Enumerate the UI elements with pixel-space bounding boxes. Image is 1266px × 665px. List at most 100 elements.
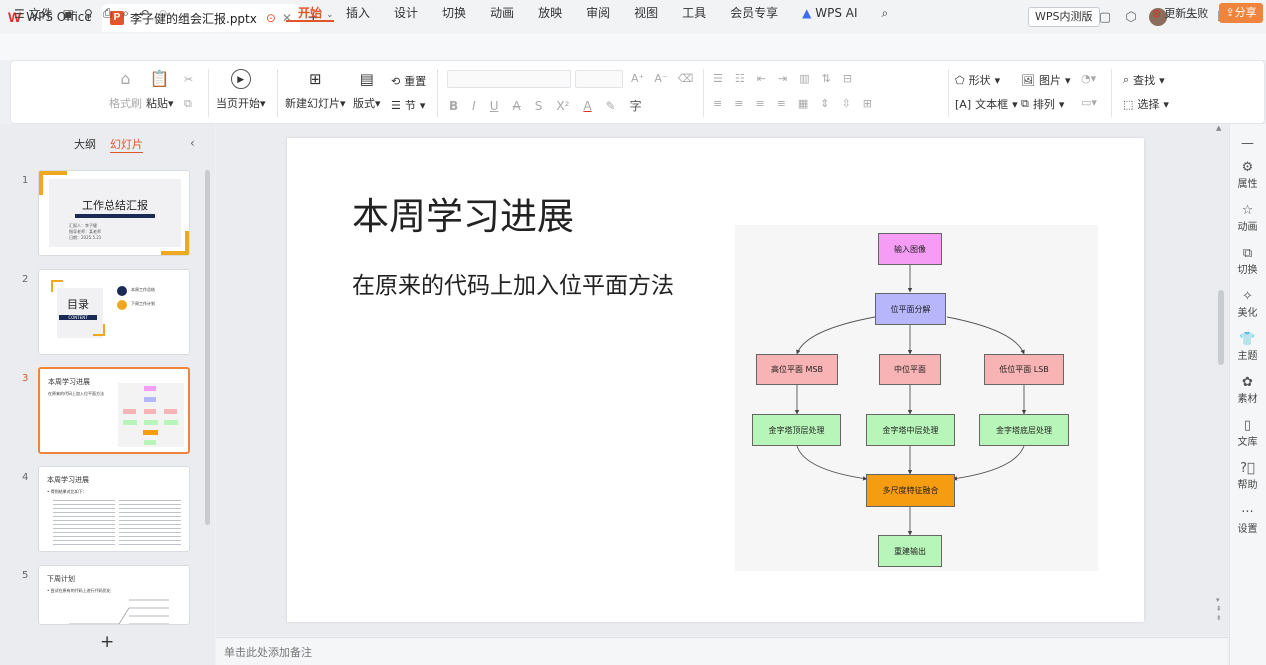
justify-icon[interactable]: ≡ — [777, 97, 786, 110]
reset-button[interactable]: ⟲ 重置 — [391, 73, 426, 89]
superscript-icon[interactable]: X² — [556, 99, 569, 113]
redo-icon[interactable]: ↷ — [159, 7, 169, 21]
sidebar-item-animation[interactable]: ☆ 动画 — [1229, 203, 1266, 233]
align-left-icon[interactable]: ≡ — [713, 97, 722, 110]
fill-icon[interactable]: ◔▾ — [1081, 72, 1096, 85]
align-text-icon[interactable]: ⊞ — [863, 97, 872, 110]
bold-icon[interactable]: B — [449, 99, 458, 113]
flowchart-image[interactable]: 输入图像 位平面分解 高位平面 MSB 中位平面 低位平面 LSB 金字塔顶层处… — [735, 225, 1098, 571]
copy-icon[interactable]: ⧉ — [184, 97, 192, 111]
slide-thumbnail-4[interactable]: 本周学习进展 • 得到结果对比如下： — [38, 466, 190, 552]
sidebar-item-settings[interactable]: ··· 设置 — [1229, 505, 1266, 535]
decrease-indent-icon[interactable]: ⇤ — [757, 72, 766, 85]
section-button[interactable]: ☰ 节 ▾ — [391, 97, 425, 113]
undo-icon[interactable]: ↶ — [139, 7, 149, 21]
format-painter-button[interactable]: ⌂ 格式刷 — [109, 69, 142, 111]
textbox-button[interactable]: [A] 文本框 ▾ — [955, 96, 1018, 112]
sidebar-item-library[interactable]: ▯ 文库 — [1229, 418, 1266, 448]
collapse-sidebar-icon[interactable]: — — [1229, 136, 1266, 151]
underline-icon[interactable]: U — [490, 99, 499, 113]
slide-thumbnail-3[interactable]: 本周学习进展 在原来的代码上加入位平面方法 — [38, 367, 190, 454]
slide-thumbnail-1[interactable]: 工作总结汇报 汇报人：李子健 指导老师：某老师 日期：2025.5.21 — [38, 170, 190, 256]
shape-button[interactable]: ⬠ 形状 ▾ — [955, 72, 1000, 88]
sidebar-item-transition[interactable]: ⧉ 切换 — [1229, 246, 1266, 276]
notes-pane[interactable] — [216, 637, 1228, 665]
page-nav-icon[interactable]: ▾ ⇞ ⇟ — [1216, 596, 1222, 623]
shadow-icon[interactable]: S — [535, 99, 543, 113]
grow-font-icon[interactable]: A⁺ — [631, 72, 644, 85]
slide-title[interactable]: 本周学习进展 — [352, 186, 574, 240]
tab-wps-ai[interactable]: ▲ WPS AI — [790, 4, 869, 22]
highlight-icon[interactable]: ✎ — [606, 99, 616, 113]
outline-icon[interactable]: ▭▾ — [1081, 96, 1097, 109]
font-size-select[interactable] — [575, 70, 623, 88]
align-right-icon[interactable]: ≡ — [755, 97, 764, 110]
print-preview-icon[interactable]: ⌕ — [122, 6, 129, 21]
distribute-icon[interactable]: ▦ — [798, 97, 808, 110]
add-slide-button[interactable]: + — [100, 632, 114, 652]
tab-slideshow[interactable]: 放映 — [526, 4, 574, 22]
italic-icon[interactable]: I — [472, 99, 476, 113]
tab-review[interactable]: 审阅 — [574, 4, 622, 22]
font-name-select[interactable] — [447, 70, 571, 88]
paste-button[interactable]: 📋 粘贴▾ — [146, 69, 174, 111]
para-spacing-icon[interactable]: ⇳ — [842, 97, 851, 110]
arrange-button[interactable]: ⧉ 排列 ▾ — [1021, 96, 1064, 112]
collapse-panel-icon[interactable]: ‹ — [190, 136, 195, 150]
play-from-current-button[interactable]: ▶ 当页开始▾ — [216, 69, 266, 111]
sidebar-item-help[interactable]: ?⃝ 帮助 — [1229, 461, 1266, 491]
font-color-icon[interactable]: A — [583, 99, 591, 113]
scroll-up-icon[interactable]: ▲ — [1216, 124, 1221, 132]
sidebar-item-beautify[interactable]: ✧ 美化 — [1229, 289, 1266, 319]
find-button[interactable]: ⌕ 查找 ▾ — [1123, 72, 1165, 88]
layout-button[interactable]: ▤ 版式▾ — [353, 69, 381, 111]
sidebar-item-theme[interactable]: 👕 主题 — [1229, 332, 1266, 362]
text-direction-icon[interactable]: ⇅ — [822, 72, 831, 85]
search-icon[interactable]: ⌕ — [870, 4, 901, 22]
share-button[interactable]: ⇪分享 — [1219, 3, 1263, 23]
customize-chevron-icon[interactable]: ⌄ — [179, 7, 189, 21]
cube-icon[interactable]: ⬡ — [1120, 6, 1142, 28]
print-icon[interactable]: ⎙ — [103, 6, 113, 21]
layout-icon[interactable]: ▢ — [1094, 6, 1116, 28]
slide-body-text[interactable]: 在原来的代码上加入位平面方法 — [352, 266, 674, 300]
columns-icon[interactable]: ▥ — [799, 72, 809, 85]
tab-design[interactable]: 设计 — [382, 4, 430, 22]
numbering-icon[interactable]: ☷ — [735, 72, 745, 85]
tab-outline[interactable]: 大纲 — [74, 136, 96, 153]
bullets-icon[interactable]: ☰ — [713, 72, 723, 85]
tab-view[interactable]: 视图 — [622, 4, 670, 22]
tab-tools[interactable]: 工具 — [670, 4, 718, 22]
canvas-scrollbar[interactable] — [1218, 290, 1224, 365]
clear-format-icon[interactable]: ⌫ — [678, 72, 694, 85]
link-icon[interactable]: ⚲ — [84, 7, 93, 21]
sidebar-item-properties[interactable]: ⚙ 属性 — [1229, 160, 1266, 190]
tab-member[interactable]: 会员专享 — [718, 4, 790, 22]
save-icon[interactable]: ▣ — [63, 7, 74, 21]
tab-animation[interactable]: 动画 — [478, 4, 526, 22]
strikethrough-icon[interactable]: A — [513, 99, 521, 113]
sidebar-item-assets[interactable]: ✿ 素材 — [1229, 375, 1266, 405]
shrink-font-icon[interactable]: A⁻ — [654, 72, 667, 85]
picture-button[interactable]: 🖼 图片 ▾ — [1021, 72, 1071, 88]
file-menu[interactable]: ☰ 文件 — [14, 5, 53, 22]
line-spacing-icon[interactable]: ⇕ — [820, 97, 829, 110]
tab-slides[interactable]: 幻灯片 — [110, 136, 143, 153]
cut-icon[interactable]: ✂ — [184, 73, 193, 86]
increase-indent-icon[interactable]: ⇥ — [778, 72, 787, 85]
more-icon: ··· — [1241, 505, 1254, 520]
slide-thumbnail-5[interactable]: 下周计划 • 尝试在原有的代码上进行代码优化 — [38, 565, 190, 625]
align-center-icon[interactable]: ≡ — [734, 97, 743, 110]
select-button[interactable]: ⬚ 选择 ▾ — [1123, 96, 1169, 112]
update-status[interactable]: ⊗ 更新失败 — [1152, 5, 1208, 21]
panel-scrollbar[interactable] — [205, 170, 210, 525]
tab-insert[interactable]: 插入 — [334, 4, 382, 22]
tab-home[interactable]: 开始 — [286, 4, 335, 22]
slide-thumbnail-2[interactable]: 目录 CONTENT 本周工作总结 下周工作计划 — [38, 269, 190, 355]
tab-transition[interactable]: 切换 — [430, 4, 478, 22]
notes-placeholder[interactable]: 单击此处添加备注 — [224, 644, 312, 660]
char-spacing-icon[interactable]: 字 — [630, 97, 642, 114]
new-slide-button[interactable]: ⊞ 新建幻灯片▾ — [285, 69, 346, 111]
text-box-icon[interactable]: ⊟ — [843, 72, 852, 85]
beta-version-badge[interactable]: WPS内测版 — [1028, 7, 1100, 27]
